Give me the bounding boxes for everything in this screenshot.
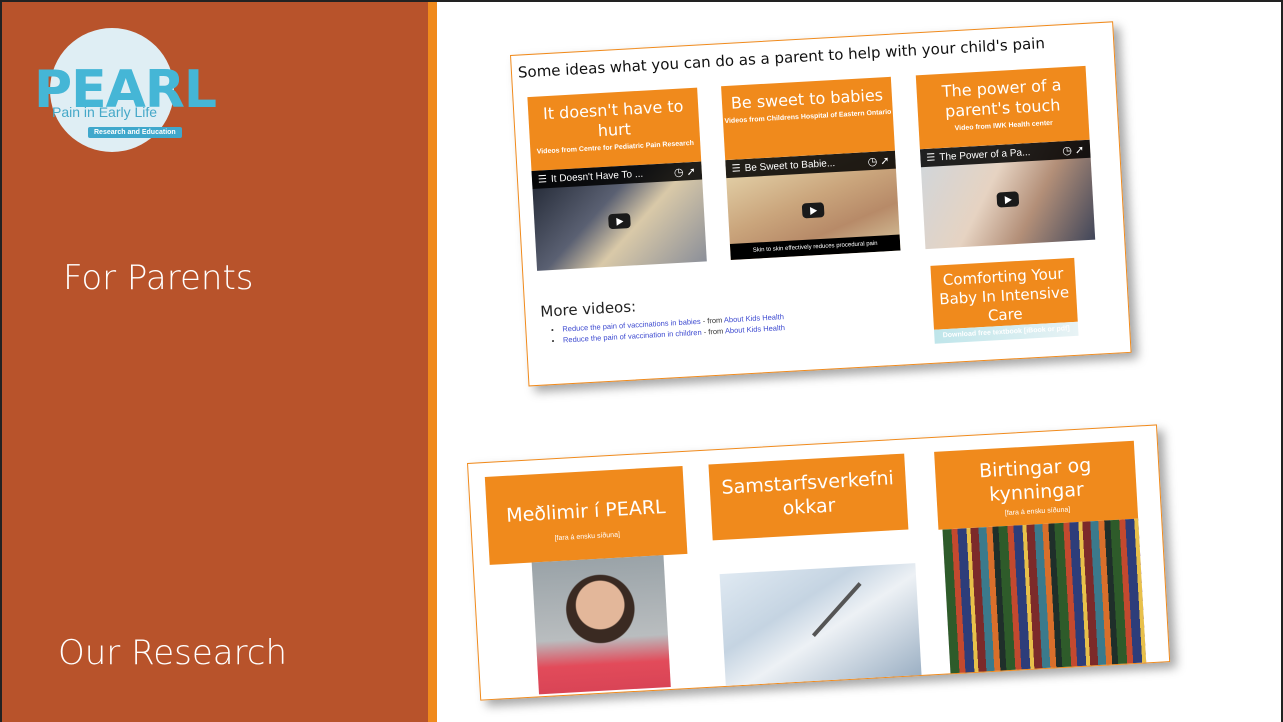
card-title: Birtingar og kynningar [978,454,1092,506]
card-title: Meðlimir í PEARL [505,496,667,527]
play-button-icon[interactable] [608,213,631,230]
card-title: The power of a parent's touch [941,75,1062,121]
textbook-card[interactable]: Comforting Your Baby In Intensive Care D… [930,257,1079,344]
video-title: Be Sweet to Babie... [744,158,836,175]
link-separator: - from [700,315,725,326]
share-icon[interactable]: ◷ ➚ [1062,143,1085,157]
research-card-projects[interactable]: Samstarfsverkefni okkar [708,453,922,686]
member-photo [531,555,671,695]
nav-our-research[interactable]: Our Research [58,633,287,673]
menu-icon: ☰ [731,163,741,175]
card-header: It doesn't have to hurt Videos from Cent… [527,87,702,171]
video-player[interactable]: ☰ It Doesn't Have To ... ◷ ➚ [531,161,707,271]
link-separator: - from [701,326,726,337]
menu-icon: ☰ [926,152,936,164]
video-player[interactable]: ☰ The Power of a Pa... ◷ ➚ [919,139,1096,250]
parents-page-screenshot: Some ideas what you can do as a parent t… [510,21,1132,387]
video-player[interactable]: ☰ Be Sweet to Babie... ◷ ➚ Skin to skin ef… [725,150,901,260]
nav-for-parents[interactable]: For Parents [63,258,254,298]
video-card[interactable]: Be sweet to babies Videos from Childrens… [721,76,901,260]
logo-tagline: Pain in Early Life [52,104,158,120]
card-title: It doesn't have to hurt [542,96,684,141]
menu-icon: ☰ [537,174,548,186]
share-icon[interactable]: ◷ ➚ [867,154,890,168]
textbook-title: Comforting Your Baby In Intensive Care [938,264,1070,325]
play-button-icon[interactable] [996,191,1020,208]
video-title: The Power of a Pa... [939,147,1031,164]
card-header: Meðlimir í PEARL [fara á ensku síðuna] [484,465,688,565]
share-icon[interactable]: ◷ ➚ [674,165,697,179]
bookshelf-photo [942,518,1147,674]
card-header: Be sweet to babies Videos from Childrens… [721,76,895,161]
sidebar: PEARL Pain in Early Life Research and Ed… [0,0,428,722]
textbook-header: Comforting Your Baby In Intensive Care D… [930,257,1078,339]
research-card-publications[interactable]: Birtingar og kynningar [fara á ensku síð… [934,440,1147,674]
logo-badge: Research and Education [88,127,182,138]
video-title: It Doesn't Have To ... [550,168,644,185]
video-caption: Skin to skin effectively reduces procedu… [729,234,901,260]
video-card[interactable]: The power of a parent's touch Video from… [915,65,1096,250]
more-videos-heading: More videos: [539,297,637,321]
video-card[interactable]: It doesn't have to hurt Videos from Cent… [527,87,707,271]
writing-photo [719,563,922,686]
accent-stripe [428,0,437,722]
source-link[interactable]: About Kids Health [725,323,785,335]
research-card-members[interactable]: Meðlimir í PEARL [fara á ensku síðuna] [484,465,688,695]
play-button-icon[interactable] [801,202,825,219]
card-header: Samstarfsverkefni okkar [708,453,909,541]
research-page-screenshot: Meðlimir í PEARL [fara á ensku síðuna] S… [467,424,1171,701]
card-header: Birtingar og kynningar [fara á ensku síð… [934,440,1139,530]
slide: PEARL Pain in Early Life Research and Ed… [0,0,1283,722]
pearl-logo[interactable]: PEARL Pain in Early Life Research and Ed… [34,28,217,152]
card-subtitle: [fara á ensku síðuna] [554,531,621,543]
pen-icon [811,582,862,638]
card-title: Samstarfsverkefni okkar [720,467,895,520]
card-header: The power of a parent's touch Video from… [915,65,1090,150]
